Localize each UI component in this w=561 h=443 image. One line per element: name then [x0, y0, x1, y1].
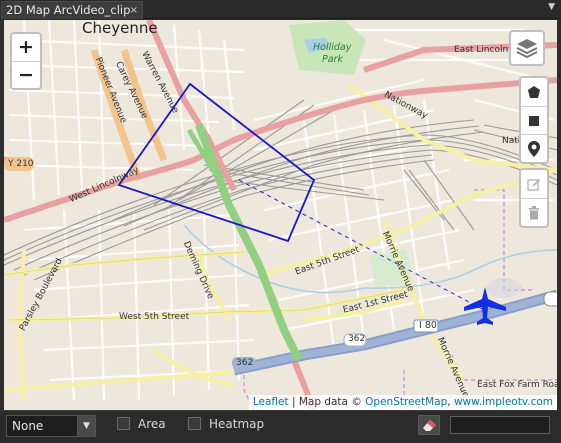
area-checkbox-box[interactable] [117, 417, 130, 430]
flight-track [238, 179, 485, 311]
road-label-east-fox-farm-road: East Fox Farm Road [477, 380, 557, 390]
draw-rectangle-button[interactable] [521, 106, 547, 134]
heatmap-checkbox-box[interactable] [188, 417, 201, 430]
tab-2d-map[interactable]: 2D Map ArcVideo_clip × [1, 1, 143, 19]
eraser-icon [423, 420, 436, 431]
aircraft-icon[interactable] [462, 285, 508, 327]
zoom-in-button[interactable]: + [12, 34, 40, 61]
area-checkbox[interactable]: Area [117, 417, 166, 437]
draw-marker-button[interactable] [521, 134, 547, 162]
city-label: Cheyenne [82, 20, 158, 37]
close-icon[interactable]: × [130, 2, 138, 19]
delete-layers-button[interactable] [521, 198, 547, 226]
draw-polygon-button[interactable] [521, 78, 547, 106]
map-view[interactable]: Cheyenne Holliday Park East Lincolnway N… [4, 20, 557, 410]
mode-select-value: None [12, 419, 44, 433]
osm-link[interactable]: OpenStreetMap [365, 396, 447, 408]
edit-layers-button[interactable] [521, 170, 547, 198]
impleo-link[interactable]: www.impleotv.com [454, 396, 553, 408]
park-label-2: Park [322, 54, 343, 65]
green-trunk [195, 123, 303, 362]
route-label-y210: Y 210 [8, 159, 34, 169]
polygon-icon [528, 86, 540, 98]
delete-icon [529, 205, 539, 219]
edit-icon [527, 179, 540, 191]
road-label-west-5th-street: West 5th Street [119, 312, 190, 322]
rectangle-icon [529, 115, 539, 126]
park-label-1: Holliday [313, 42, 352, 53]
value-field[interactable] [450, 416, 550, 434]
chevron-down-icon[interactable]: ▼ [77, 416, 95, 436]
layers-icon [516, 39, 538, 59]
map-window: 2D Map ArcVideo_clip × ▼ Cheyenne Hollid… [0, 0, 561, 443]
mode-select[interactable]: None ▼ [6, 415, 96, 437]
map-tiles [4, 20, 557, 410]
heatmap-checkbox[interactable]: Heatmap [188, 417, 264, 437]
route-label-362-b: 362 [236, 358, 254, 368]
secondary-roads [4, 83, 557, 401]
chevron-down-icon[interactable]: ▼ [548, 2, 555, 12]
area-checkbox-label: Area [138, 417, 166, 431]
leaflet-link[interactable]: Leaflet [253, 396, 289, 408]
street-grid [8, 20, 555, 401]
marker-icon [528, 140, 540, 157]
layers-button[interactable] [509, 30, 545, 66]
zoom-out-button[interactable]: − [12, 61, 40, 88]
edit-toolbar [519, 168, 549, 228]
route-label-i80: I 80 [419, 320, 437, 331]
draw-toolbar [519, 76, 549, 164]
heatmap-checkbox-label: Heatmap [209, 417, 265, 431]
map-attribution: Leaflet | Map data © OpenStreetMap, www.… [248, 395, 557, 410]
route-label-362-a: 362 [348, 334, 366, 344]
clear-button[interactable] [418, 415, 440, 435]
tab-bar: 2D Map ArcVideo_clip × ▼ [0, 0, 561, 19]
tab-title: 2D Map ArcVideo_clip [6, 3, 131, 17]
bottom-toolbar: None ▼ Area Heatmap [0, 410, 561, 443]
zoom-control: + − [10, 32, 42, 90]
trunk-roads [4, 20, 557, 410]
